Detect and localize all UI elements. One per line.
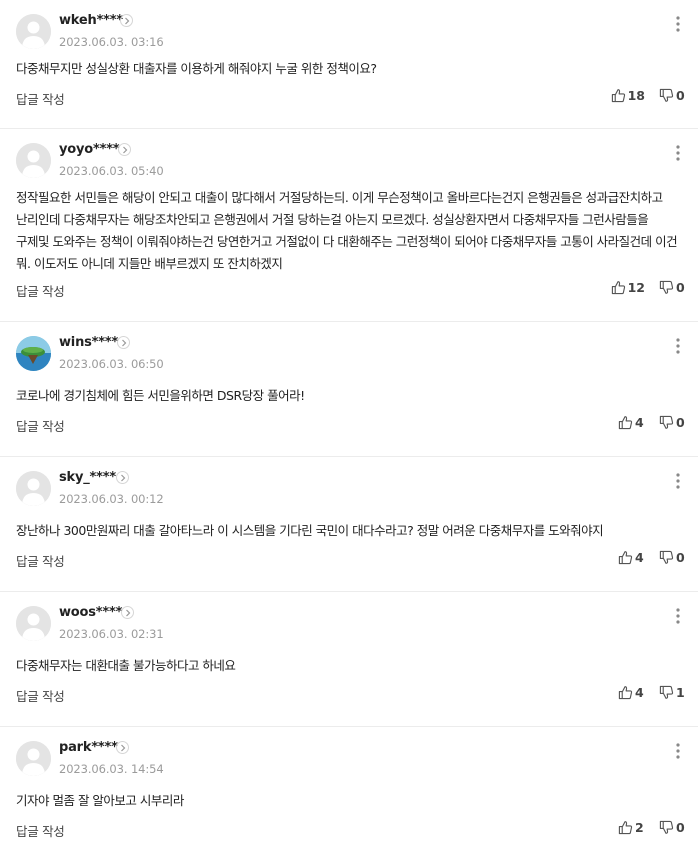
- reply-button[interactable]: 답글 작성: [16, 551, 65, 570]
- dislike-count: 0: [676, 88, 685, 103]
- reply-button[interactable]: 답글 작성: [16, 281, 65, 300]
- comment-item: park**** 2023.06.03. 14:54 기자야 멀좀 잘 알아보고…: [0, 727, 698, 841]
- chevron-right-icon[interactable]: [116, 471, 129, 484]
- comment-item: yoyo**** 2023.06.03. 05:40 정작필요한 서민들은 해당…: [0, 129, 698, 322]
- dislike-count: 0: [676, 820, 685, 835]
- comment-username[interactable]: wkeh****: [59, 13, 123, 28]
- thumbs-up-icon[interactable]: [611, 280, 626, 295]
- like-count: 4: [635, 415, 644, 430]
- comment-date: 2023.06.03. 14:54: [59, 762, 164, 776]
- more-options-icon[interactable]: [676, 742, 680, 760]
- reply-button[interactable]: 답글 작성: [16, 89, 65, 108]
- reply-button[interactable]: 답글 작성: [16, 416, 65, 435]
- like-count: 2: [635, 820, 644, 835]
- avatar[interactable]: [16, 606, 51, 641]
- like-count: 4: [635, 685, 644, 700]
- thumbs-up-icon[interactable]: [618, 550, 633, 565]
- thumbs-down-icon[interactable]: [659, 685, 674, 700]
- thumbs-down-icon[interactable]: [659, 820, 674, 835]
- comment-date: 2023.06.03. 03:16: [59, 35, 164, 49]
- avatar[interactable]: [16, 14, 51, 49]
- thumbs-up-icon[interactable]: [611, 88, 626, 103]
- thumbs-up-icon[interactable]: [618, 820, 633, 835]
- comment-username[interactable]: woos****: [59, 605, 122, 620]
- comment-item: sky_**** 2023.06.03. 00:12 장난하나 300만원짜리 …: [0, 457, 698, 592]
- reply-button[interactable]: 답글 작성: [16, 821, 65, 840]
- thumbs-down-icon[interactable]: [659, 550, 674, 565]
- thumbs-down-icon[interactable]: [659, 415, 674, 430]
- chevron-right-icon[interactable]: [118, 143, 131, 156]
- dislike-count: 0: [676, 415, 685, 430]
- dislike-count: 0: [676, 550, 685, 565]
- chevron-right-icon[interactable]: [120, 14, 133, 27]
- comment-text: 정작필요한 서민들은 해당이 안되고 대출이 많다해서 거절당하는듸. 이게 무…: [16, 190, 678, 271]
- comment-date: 2023.06.03. 00:12: [59, 492, 164, 506]
- more-options-icon[interactable]: [676, 337, 680, 355]
- comment-date: 2023.06.03. 05:40: [59, 164, 164, 178]
- comment-text: 기자야 멀좀 잘 알아보고 시부리라: [16, 793, 184, 808]
- like-count: 12: [627, 280, 645, 295]
- avatar[interactable]: [16, 741, 51, 776]
- comment-username[interactable]: wins****: [59, 335, 118, 350]
- comment-text: 장난하나 300만원짜리 대출 갈아타느라 이 시스템을 기다린 국민이 대다수…: [16, 523, 604, 538]
- chevron-right-icon[interactable]: [116, 741, 129, 754]
- chevron-right-icon[interactable]: [117, 336, 130, 349]
- thumbs-down-icon[interactable]: [659, 88, 674, 103]
- reply-button[interactable]: 답글 작성: [16, 686, 65, 705]
- comment-text: 다중채무지만 성실상환 대출자를 이용하게 해줘야지 누굴 위한 정책이요?: [16, 61, 377, 76]
- more-options-icon[interactable]: [676, 15, 680, 33]
- comment-item: wkeh**** 2023.06.03. 03:16 다중채무지만 성실상환 대…: [0, 0, 698, 129]
- comment-text: 다중채무자는 대환대출 불가능하다고 하네요: [16, 658, 236, 673]
- dislike-count: 1: [676, 685, 685, 700]
- comment-username[interactable]: park****: [59, 740, 118, 755]
- thumbs-up-icon[interactable]: [618, 685, 633, 700]
- like-count: 4: [635, 550, 644, 565]
- more-options-icon[interactable]: [676, 472, 680, 490]
- comment-username[interactable]: sky_****: [59, 470, 116, 485]
- chevron-right-icon[interactable]: [121, 606, 134, 619]
- thumbs-down-icon[interactable]: [659, 280, 674, 295]
- like-count: 18: [627, 88, 645, 103]
- more-options-icon[interactable]: [676, 607, 680, 625]
- comment-item: wins**** 2023.06.03. 06:50 코로나에 경기침체에 힘든…: [0, 322, 698, 457]
- more-options-icon[interactable]: [676, 144, 680, 162]
- comment-text: 코로나에 경기침체에 힘든 서민을위하면 DSR당장 풀어라!: [16, 388, 305, 403]
- comment-date: 2023.06.03. 06:50: [59, 357, 164, 371]
- avatar[interactable]: [16, 471, 51, 506]
- comment-item: woos**** 2023.06.03. 02:31 다중채무자는 대환대출 불…: [0, 592, 698, 727]
- comment-username[interactable]: yoyo****: [59, 142, 120, 157]
- avatar[interactable]: [16, 336, 51, 371]
- avatar[interactable]: [16, 143, 51, 178]
- dislike-count: 0: [676, 280, 685, 295]
- thumbs-up-icon[interactable]: [618, 415, 633, 430]
- comment-date: 2023.06.03. 02:31: [59, 627, 164, 641]
